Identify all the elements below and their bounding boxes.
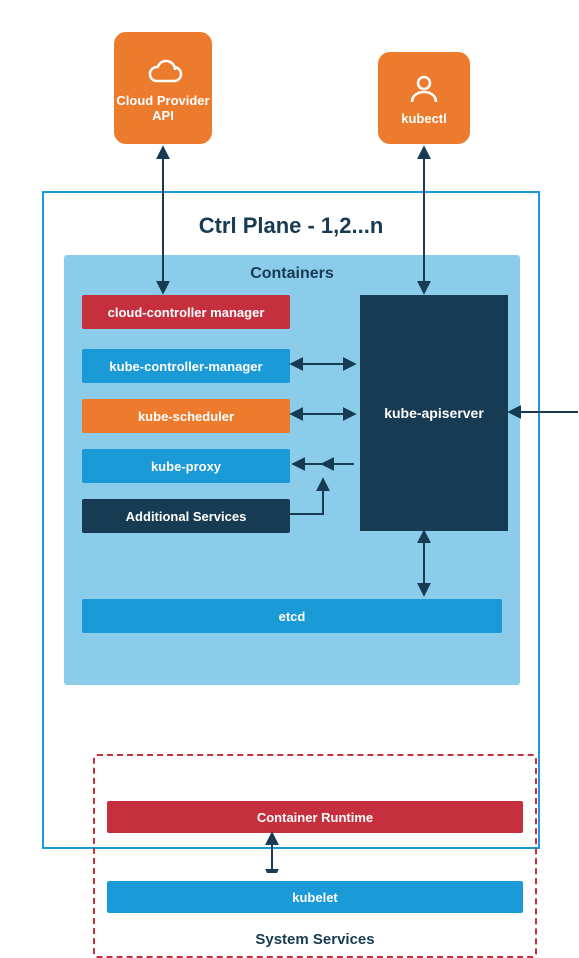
kube-scheduler: kube-scheduler <box>82 399 290 433</box>
system-services-label: System Services <box>95 931 535 948</box>
ctrl-plane-title: Ctrl Plane - 1,2...n <box>44 213 538 239</box>
ctrl-plane-box: Ctrl Plane - 1,2...n Containers cloud-co… <box>42 191 540 849</box>
additional-services: Additional Services <box>82 499 290 533</box>
container-runtime: Container Runtime <box>107 801 523 833</box>
kubectl-box: kubectl <box>378 52 470 144</box>
kube-apiserver: kube-apiserver <box>360 295 508 531</box>
containers-box: Containers cloud-controller manager kube… <box>64 255 520 685</box>
person-icon <box>407 71 441 107</box>
cloud-controller-manager: cloud-controller manager <box>82 295 290 329</box>
system-services-box: System Services <box>93 754 537 958</box>
kubectl-label: kubectl <box>401 111 447 126</box>
etcd: etcd <box>82 599 502 633</box>
cloud-provider-label: Cloud Provider API <box>114 93 212 123</box>
kube-proxy: kube-proxy <box>82 449 290 483</box>
cloud-icon <box>141 53 185 89</box>
kube-controller-manager: kube-controller-manager <box>82 349 290 383</box>
containers-title: Containers <box>64 265 520 283</box>
cloud-provider-api-box: Cloud Provider API <box>114 32 212 144</box>
kubelet: kubelet <box>107 881 523 913</box>
